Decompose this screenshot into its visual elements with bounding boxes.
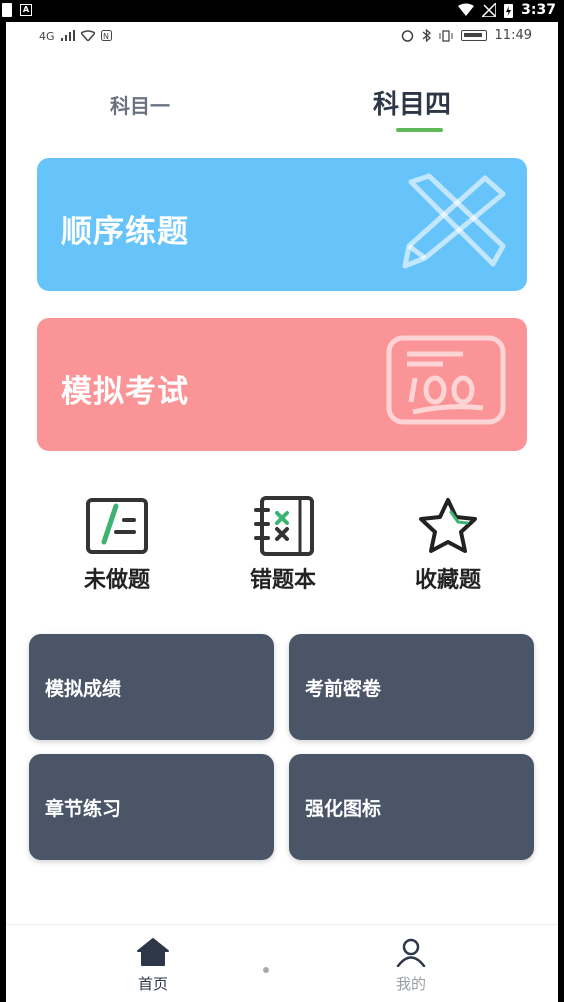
- favorites-label: 收藏题: [414, 568, 481, 593]
- pre-exam-secret-paper-label: 考前密卷: [305, 678, 382, 700]
- wrong-notebook-icon: [254, 496, 314, 556]
- inner-status-left: 4G N: [39, 30, 112, 43]
- nfc-icon: N: [100, 30, 112, 41]
- app-screen: 4G N 11:49 科目一 科目四 顺序练题 模拟考试 未做题 错题本 收藏题…: [6, 22, 558, 1002]
- vibrate-icon: [439, 29, 453, 42]
- user-icon: [396, 938, 426, 967]
- mock-exam-card[interactable]: 模拟考试: [37, 318, 527, 451]
- bottom-nav: 首页 我的: [6, 924, 558, 1002]
- sequential-practice-label: 顺序练题: [61, 214, 189, 250]
- system-status-bar: A 3:37: [0, 0, 564, 22]
- nav-home-label: 首页: [137, 975, 168, 993]
- network-type-label: 4G: [39, 30, 55, 43]
- nav-mine-label: 我的: [395, 975, 426, 993]
- battery-icon: [460, 30, 487, 41]
- battery-charging-icon: [504, 3, 514, 18]
- tab-subject-four[interactable]: 科目四: [373, 84, 451, 121]
- chapter-practice-button[interactable]: 章节练习: [29, 754, 274, 860]
- mock-scores-label: 模拟成绩: [45, 678, 122, 700]
- inner-clock: 11:49: [494, 28, 532, 43]
- wifi-small-icon: [80, 30, 95, 41]
- reinforce-icons-label: 强化图标: [305, 798, 382, 820]
- nav-home[interactable]: 首页: [113, 937, 193, 994]
- system-notification-icons: A: [2, 3, 32, 17]
- reinforce-icons-button[interactable]: 强化图标: [289, 754, 534, 860]
- pre-exam-secret-paper-button[interactable]: 考前密卷: [289, 634, 534, 740]
- wrong-notebook-shortcut[interactable]: 错题本: [218, 496, 348, 594]
- mock-scores-button[interactable]: 模拟成绩: [29, 634, 274, 740]
- chapter-practice-label: 章节练习: [45, 798, 122, 820]
- mock-exam-label: 模拟考试: [61, 374, 189, 410]
- undone-questions-shortcut[interactable]: 未做题: [52, 496, 182, 594]
- score-100-icon: [386, 335, 506, 425]
- alarm-icon: [401, 30, 413, 42]
- subject-tabs: 科目一 科目四: [6, 82, 558, 142]
- inner-status-bar: 4G N 11:49: [6, 22, 558, 52]
- notification-a-icon: A: [20, 4, 32, 16]
- no-signal-icon: [482, 3, 497, 17]
- system-status-right: 3:37: [458, 2, 556, 18]
- sequential-practice-card[interactable]: 顺序练题: [37, 158, 527, 291]
- favorites-shortcut[interactable]: 收藏题: [383, 496, 513, 594]
- nav-divider-dot: [263, 967, 269, 973]
- nav-mine[interactable]: 我的: [371, 937, 451, 994]
- wrong-notebook-label: 错题本: [249, 568, 316, 593]
- active-tab-indicator: [396, 128, 443, 132]
- undone-questions-label: 未做题: [83, 568, 150, 593]
- notification-square-icon: [2, 3, 12, 17]
- system-clock: 3:37: [521, 2, 556, 18]
- pencil-ruler-icon: [402, 173, 506, 269]
- tab-subject-one[interactable]: 科目一: [110, 90, 170, 119]
- inner-status-right: 11:49: [401, 28, 532, 43]
- bluetooth-icon: [422, 29, 431, 42]
- wifi-icon: [458, 3, 475, 16]
- home-icon: [137, 938, 169, 966]
- star-icon: [419, 498, 477, 553]
- undone-questions-icon: [86, 498, 148, 554]
- svg-text:N: N: [103, 32, 109, 41]
- signal-icon: [60, 30, 75, 41]
